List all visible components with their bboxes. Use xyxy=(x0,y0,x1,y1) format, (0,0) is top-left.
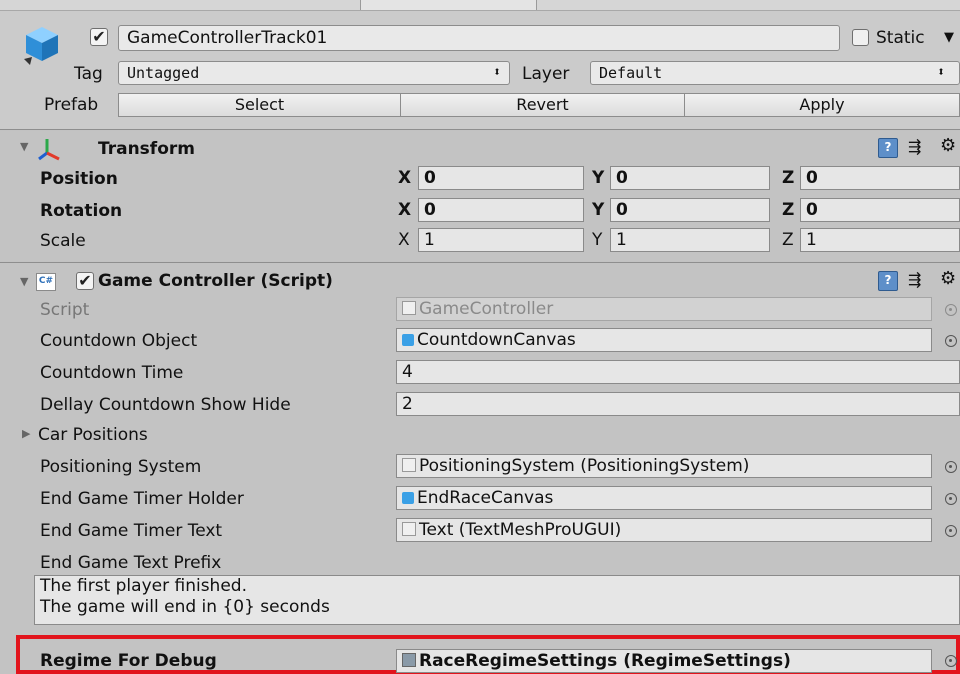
transform-title: Transform xyxy=(98,139,195,159)
script-icon xyxy=(402,301,416,315)
object-picker-icon[interactable] xyxy=(945,335,957,347)
prefab-revert-button[interactable]: Revert xyxy=(400,93,685,117)
regime-for-debug-value: RaceRegimeSettings (RegimeSettings) xyxy=(419,651,791,671)
layer-dropdown-arrow-icon: ⬍ xyxy=(937,65,945,80)
prefab-select-button[interactable]: Select xyxy=(118,93,401,117)
window-tab[interactable] xyxy=(360,0,537,10)
position-x-field[interactable]: 0 xyxy=(418,166,584,190)
tag-value: Untagged xyxy=(127,64,200,82)
script-value: GameController xyxy=(419,299,554,319)
script-icon xyxy=(402,522,416,536)
position-y-label: Y xyxy=(592,168,605,188)
positioning-system-label: Positioning System xyxy=(40,457,202,477)
end-game-timer-text-field[interactable]: Text (TextMeshProUGUI) xyxy=(396,518,932,542)
position-y-field[interactable]: 0 xyxy=(610,166,770,190)
prefab-label: Prefab xyxy=(44,95,99,115)
object-name-text: GameControllerTrack01 xyxy=(127,28,328,48)
countdown-object-field[interactable]: CountdownCanvas xyxy=(396,328,932,352)
gameobject-header: ✔ GameControllerTrack01 Static ▼ Tag Unt… xyxy=(0,11,960,130)
script-label: Script xyxy=(40,300,90,320)
component-title: Game Controller (Script) xyxy=(98,271,333,291)
game-controller-component: ▼ C# ✔ Game Controller (Script) ? ⇶ ⚙ Sc… xyxy=(0,263,960,674)
position-z-label: Z xyxy=(782,168,795,188)
prefix-line-2: The game will end in {0} seconds xyxy=(40,597,330,617)
object-picker-icon xyxy=(945,304,957,316)
help-icon[interactable]: ? xyxy=(878,138,898,158)
scale-y-field[interactable]: 1 xyxy=(610,228,770,252)
countdown-time-label: Countdown Time xyxy=(40,363,184,383)
csharp-script-icon: C# xyxy=(36,273,56,291)
scriptable-object-icon xyxy=(402,653,416,667)
window-top-strip xyxy=(0,0,960,11)
position-x-label: X xyxy=(398,168,412,188)
static-checkbox[interactable] xyxy=(852,29,869,46)
end-game-timer-holder-label: End Game Timer Holder xyxy=(40,489,244,509)
rotation-x-label: X xyxy=(398,200,412,220)
prefab-apply-button[interactable]: Apply xyxy=(684,93,960,117)
preset-icon[interactable]: ⇶ xyxy=(908,270,921,289)
layer-label: Layer xyxy=(522,64,570,84)
static-dropdown-icon[interactable]: ▼ xyxy=(944,30,954,45)
preset-icon[interactable]: ⇶ xyxy=(908,137,921,156)
rotation-z-field[interactable]: 0 xyxy=(800,198,960,222)
end-game-timer-holder-field[interactable]: EndRaceCanvas xyxy=(396,486,932,510)
static-label: Static xyxy=(876,28,925,48)
object-picker-icon[interactable] xyxy=(945,493,957,505)
transform-component: ▼ Transform ? ⇶ ⚙ Position X 0 Y 0 Z 0 R… xyxy=(0,131,960,261)
script-field: GameController xyxy=(396,297,932,321)
scale-x-field[interactable]: 1 xyxy=(418,228,584,252)
prefix-line-1: The first player finished. xyxy=(40,576,247,596)
countdown-object-value: CountdownCanvas xyxy=(417,330,576,350)
object-name-field[interactable]: GameControllerTrack01 xyxy=(118,25,840,51)
script-foldout-icon[interactable]: ▼ xyxy=(20,275,28,288)
script-icon xyxy=(402,458,416,472)
scale-z-field[interactable]: 1 xyxy=(800,228,960,252)
transform-axis-icon xyxy=(35,135,63,161)
scale-z-label: Z xyxy=(782,230,794,250)
end-game-timer-holder-value: EndRaceCanvas xyxy=(417,488,554,508)
gameobject-cube-icon xyxy=(20,23,64,67)
positioning-system-field[interactable]: PositioningSystem (PositioningSystem) xyxy=(396,454,932,478)
help-icon[interactable]: ? xyxy=(878,271,898,291)
layer-value: Default xyxy=(599,64,663,82)
end-game-text-prefix-label: End Game Text Prefix xyxy=(40,553,222,573)
cube-icon xyxy=(402,492,414,504)
delay-countdown-label: Dellay Countdown Show Hide xyxy=(40,395,291,415)
car-positions-foldout-icon[interactable]: ▶ xyxy=(22,427,30,440)
car-positions-label[interactable]: Car Positions xyxy=(38,425,148,445)
scale-y-label: Y xyxy=(592,230,603,250)
object-picker-icon[interactable] xyxy=(945,461,957,473)
tag-dropdown-arrow-icon: ⬍ xyxy=(493,65,501,80)
scale-label: Scale xyxy=(40,231,86,251)
positioning-system-value: PositioningSystem (PositioningSystem) xyxy=(419,456,750,476)
transform-foldout-icon[interactable]: ▼ xyxy=(20,140,28,153)
object-picker-icon[interactable] xyxy=(945,655,957,667)
end-game-timer-text-value: Text (TextMeshProUGUI) xyxy=(419,520,622,540)
countdown-time-field[interactable]: 4 xyxy=(396,360,960,384)
gear-icon[interactable]: ⚙ xyxy=(940,135,956,156)
scale-x-label: X xyxy=(398,230,410,250)
regime-for-debug-label: Regime For Debug xyxy=(40,651,217,671)
position-z-field[interactable]: 0 xyxy=(800,166,960,190)
rotation-x-field[interactable]: 0 xyxy=(418,198,584,222)
object-picker-icon[interactable] xyxy=(945,525,957,537)
end-game-text-prefix-textarea[interactable]: The first player finished. The game will… xyxy=(34,575,960,625)
tag-dropdown[interactable]: Untagged ⬍ xyxy=(118,61,510,85)
cube-icon xyxy=(402,334,414,346)
rotation-y-label: Y xyxy=(592,200,605,220)
active-checkbox[interactable]: ✔ xyxy=(90,28,108,46)
rotation-label: Rotation xyxy=(40,201,123,221)
delay-countdown-field[interactable]: 2 xyxy=(396,392,960,416)
countdown-object-label: Countdown Object xyxy=(40,331,198,351)
component-enabled-checkbox[interactable]: ✔ xyxy=(76,272,94,290)
position-label: Position xyxy=(40,169,118,189)
layer-dropdown[interactable]: Default ⬍ xyxy=(590,61,960,85)
rotation-y-field[interactable]: 0 xyxy=(610,198,770,222)
regime-for-debug-field[interactable]: RaceRegimeSettings (RegimeSettings) xyxy=(396,649,932,673)
gear-icon[interactable]: ⚙ xyxy=(940,268,956,289)
tag-label: Tag xyxy=(74,64,103,84)
rotation-z-label: Z xyxy=(782,200,795,220)
end-game-timer-text-label: End Game Timer Text xyxy=(40,521,223,541)
